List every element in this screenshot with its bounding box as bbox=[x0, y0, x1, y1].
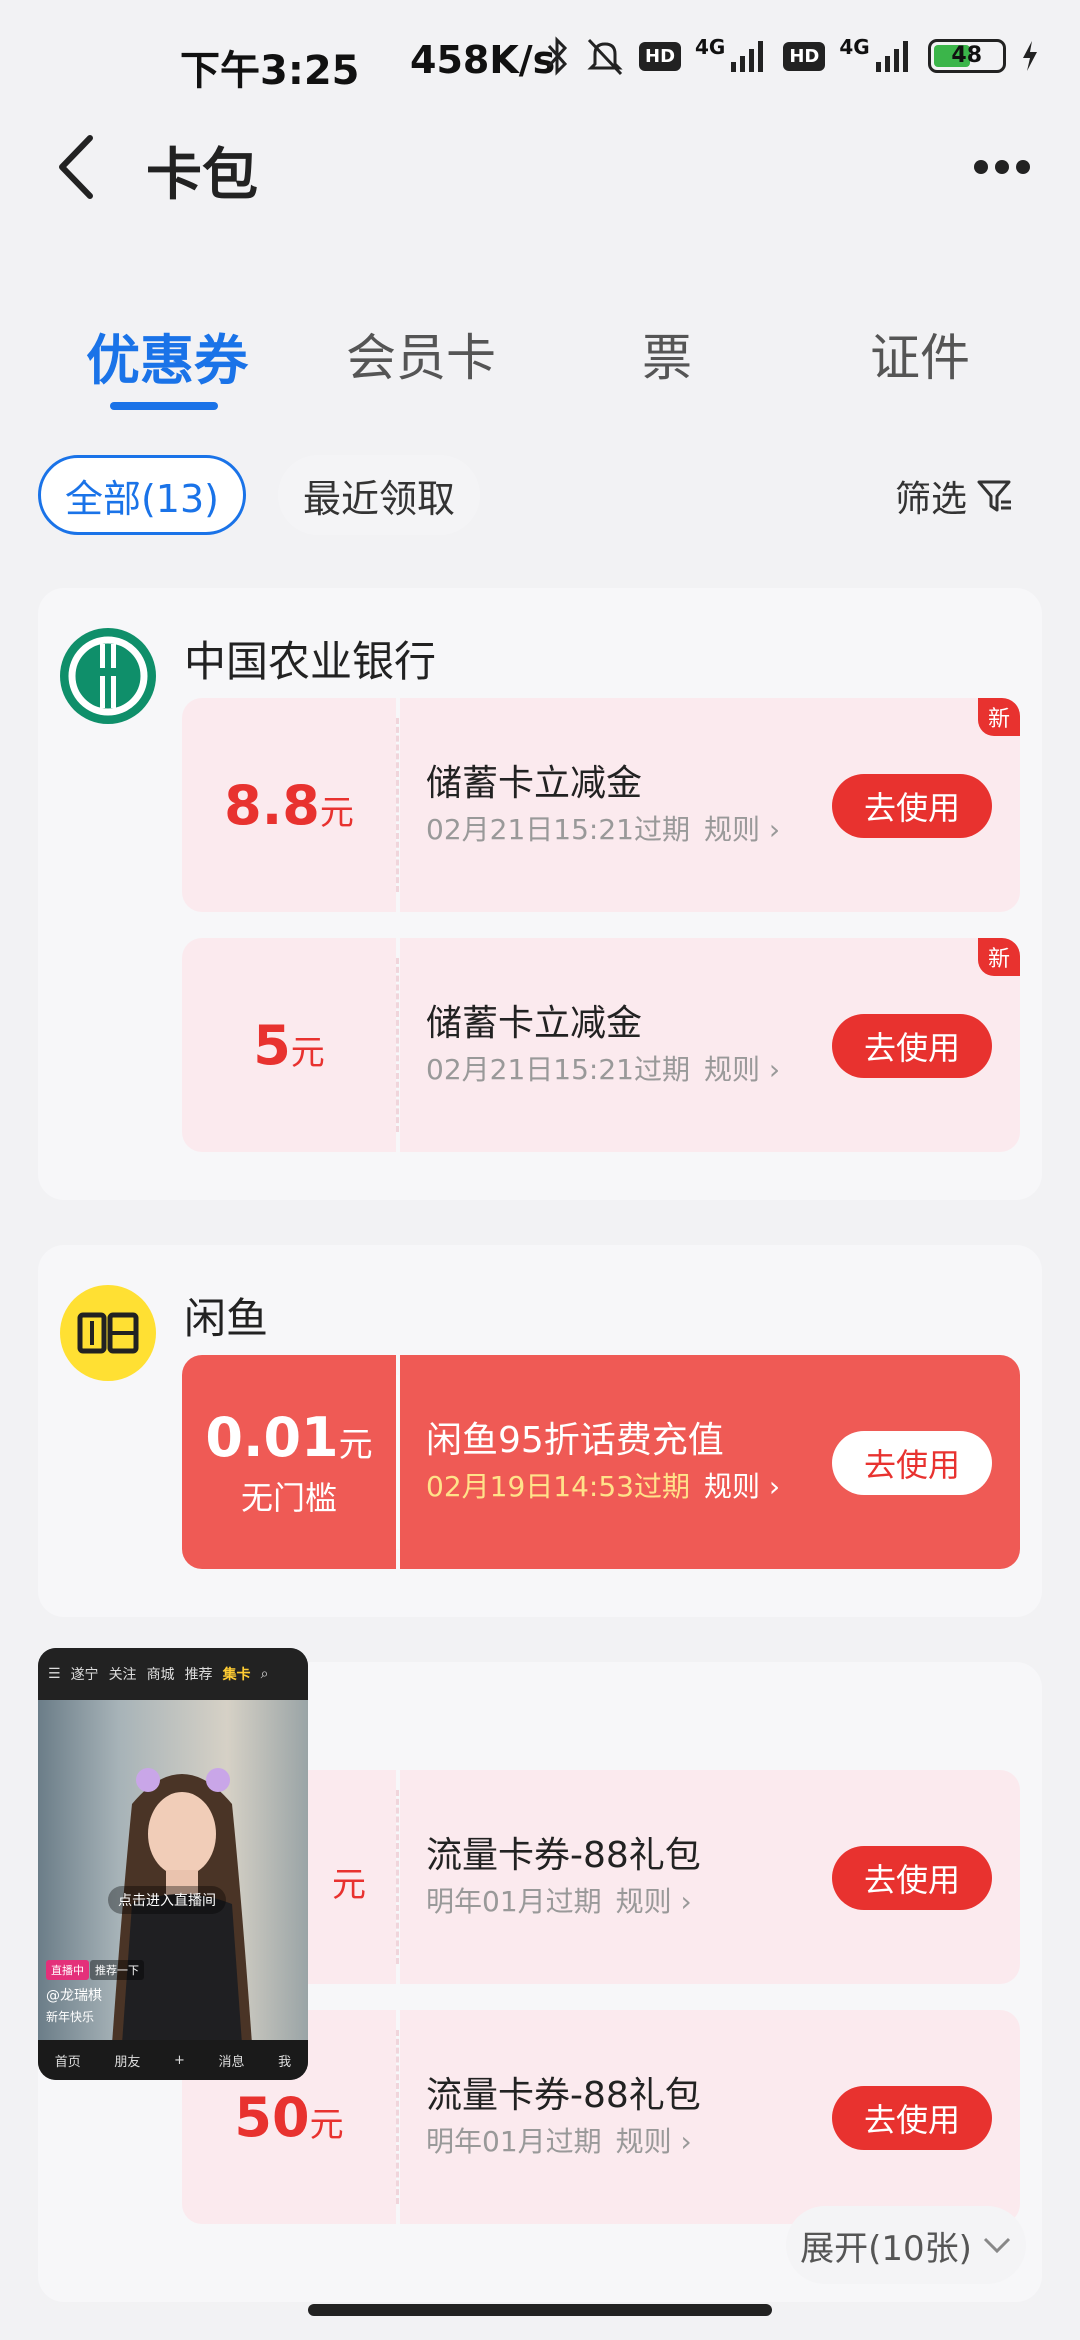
tab-tickets[interactable]: 票 bbox=[642, 318, 692, 390]
coupon-expiry: 明年01月过期 规则 › bbox=[426, 1885, 692, 1918]
new-badge: 新 bbox=[978, 938, 1020, 976]
coupon-info: 闲鱼95折话费充值 02月19日14:53过期 规则 › 去使用 bbox=[400, 1355, 1020, 1569]
stream-greeting: 新年快乐 bbox=[46, 2010, 95, 2024]
coupon-amount-area: 5元 bbox=[182, 938, 396, 1152]
coupon-amount: 5元 bbox=[253, 1013, 325, 1077]
tab-documents[interactable]: 证件 bbox=[870, 318, 970, 390]
pip-tab: 遂宁 bbox=[70, 1667, 99, 1683]
streamer-name: @龙瑞棋 bbox=[46, 1988, 102, 2004]
filter-label: 筛选 bbox=[895, 479, 968, 520]
expand-button[interactable]: 展开(10张) bbox=[786, 2206, 1026, 2284]
tab-coupons[interactable]: 优惠券 bbox=[86, 316, 248, 395]
use-coupon-button[interactable]: 去使用 bbox=[832, 2086, 992, 2150]
active-tab-indicator bbox=[110, 402, 218, 410]
coupon-amount: 8.8元 bbox=[224, 773, 354, 837]
network-speed: 458K/s bbox=[410, 38, 556, 82]
hd-badge-2: HD bbox=[783, 41, 826, 71]
expand-label: 展开(10张) bbox=[800, 2228, 972, 2269]
coupon-info: 流量卡券-88礼包 明年01月过期 规则 › 去使用 bbox=[400, 2010, 1020, 2224]
pip-bottom-nav: 首页 朋友 + 消息 我 bbox=[38, 2040, 308, 2080]
coupon-expiry: 明年01月过期 规则 › bbox=[426, 2125, 692, 2158]
tab-member-cards[interactable]: 会员卡 bbox=[346, 318, 496, 390]
new-badge: 新 bbox=[978, 698, 1020, 736]
brand-name: 闲鱼 bbox=[184, 1294, 269, 1343]
pip-nav-add: + bbox=[174, 2052, 185, 2068]
status-bar: 下午3:25 458K/s HD 4G HD 4G 48 bbox=[0, 0, 1080, 120]
use-coupon-button[interactable]: 去使用 bbox=[832, 774, 992, 838]
xianyu-logo bbox=[60, 1285, 156, 1381]
battery-level: 48 bbox=[951, 43, 983, 68]
pip-nav-friends: 朋友 bbox=[114, 2054, 141, 2070]
chevron-down-icon bbox=[983, 2237, 1010, 2254]
signal-icon bbox=[731, 41, 764, 72]
status-time: 下午3:25 bbox=[180, 48, 360, 94]
coupon-title: 储蓄卡立减金 bbox=[426, 1003, 643, 1044]
use-coupon-button[interactable]: 去使用 bbox=[832, 1014, 992, 1078]
coupon-expiry: 02月21日15:21过期 规则 › bbox=[426, 813, 781, 846]
coupon-amount-area: 0.01元 无门槛 bbox=[182, 1355, 396, 1569]
filter-button[interactable]: 筛选 bbox=[895, 470, 1015, 522]
coupon-card[interactable]: 5元 储蓄卡立减金 02月21日15:21过期 规则 › 去使用 新 bbox=[182, 938, 1020, 1152]
coupon-threshold: 无门槛 bbox=[240, 1478, 337, 1517]
video-frame: 点击进入直播间 直播中 推荐一下 @龙瑞棋 新年快乐 bbox=[38, 1700, 308, 2044]
rule-link[interactable]: 规则 › bbox=[616, 1885, 692, 1918]
coupon-expiry: 02月19日14:53过期 规则 › bbox=[426, 1470, 781, 1503]
home-indicator bbox=[308, 2304, 772, 2316]
rule-link[interactable]: 规则 › bbox=[704, 813, 780, 846]
hd-badge: HD bbox=[639, 41, 682, 71]
coupon-amount-area: 8.8元 bbox=[182, 698, 396, 912]
pip-tab: 商城 bbox=[146, 1667, 175, 1683]
abc-bank-logo bbox=[60, 628, 156, 724]
network-type-2: 4G bbox=[839, 35, 870, 59]
funnel-icon bbox=[977, 480, 1012, 512]
search-icon: ⌕ bbox=[260, 1666, 269, 1682]
coupon-card[interactable]: 8.8元 储蓄卡立减金 02月21日15:21过期 规则 › 去使用 新 bbox=[182, 698, 1020, 912]
coupon-amount: 0.01元 bbox=[205, 1405, 373, 1469]
pip-nav-me: 我 bbox=[278, 2054, 292, 2070]
rule-link[interactable]: 规则 › bbox=[704, 1470, 780, 1503]
coupon-title: 流量卡券-88礼包 bbox=[426, 2075, 701, 2116]
coupon-info: 流量卡券-88礼包 明年01月过期 规则 › 去使用 bbox=[400, 1770, 1020, 1984]
pip-tab: 关注 bbox=[108, 1667, 137, 1683]
rule-link[interactable]: 规则 › bbox=[704, 1053, 780, 1086]
enter-live-hint: 点击进入直播间 bbox=[108, 1886, 226, 1914]
coupon-title: 储蓄卡立减金 bbox=[426, 763, 643, 804]
coupon-title: 闲鱼95折话费充值 bbox=[426, 1420, 724, 1461]
signal-icon-2 bbox=[875, 41, 908, 72]
filter-chip-all[interactable]: 全部(13) bbox=[38, 455, 246, 535]
coupon-group-xianyu: 闲鱼 0.01元 无门槛 闲鱼95折话费充值 02月19日14:53过期 规则 ›… bbox=[38, 1245, 1042, 1617]
use-coupon-button[interactable]: 去使用 bbox=[832, 1431, 992, 1495]
coupon-info: 储蓄卡立减金 02月21日15:21过期 规则 › 去使用 新 bbox=[400, 698, 1020, 912]
back-arrow-icon[interactable] bbox=[52, 132, 102, 202]
coupon-group-abc: 中国农业银行 8.8元 储蓄卡立减金 02月21日15:21过期 规则 › 去使用… bbox=[38, 588, 1042, 1200]
coupon-amount: 50元 bbox=[234, 2085, 344, 2149]
pip-nav-messages: 消息 bbox=[218, 2054, 245, 2070]
pip-tab: 集卡 bbox=[222, 1667, 251, 1683]
coupon-card[interactable]: 0.01元 无门槛 闲鱼95折话费充值 02月19日14:53过期 规则 › 去使… bbox=[182, 1355, 1020, 1569]
menu-icon: ☰ bbox=[48, 1666, 61, 1682]
mute-bell-icon bbox=[587, 38, 623, 76]
recommend-tag: 推荐一下 bbox=[90, 1960, 144, 1980]
brand-name: 中国农业银行 bbox=[184, 637, 437, 686]
coupon-info: 储蓄卡立减金 02月21日15:21过期 规则 › 去使用 新 bbox=[400, 938, 1020, 1152]
filter-chip-recent[interactable]: 最近领取 bbox=[278, 455, 480, 535]
battery-icon: 48 bbox=[927, 39, 1006, 73]
bluetooth-icon bbox=[547, 36, 568, 76]
coupon-title: 流量卡券-88礼包 bbox=[426, 1835, 701, 1876]
live-tag: 直播中 bbox=[46, 1960, 89, 1980]
pip-top-bar: ☰ 遂宁 关注 商城 推荐 集卡 ⌕ bbox=[38, 1648, 308, 1700]
rule-link[interactable]: 规则 › bbox=[616, 2125, 692, 2158]
network-type: 4G bbox=[695, 35, 726, 59]
pip-nav-home: 首页 bbox=[54, 2054, 81, 2070]
use-coupon-button[interactable]: 去使用 bbox=[832, 1846, 992, 1910]
more-icon[interactable] bbox=[974, 160, 1030, 174]
tab-bar: 优惠券 会员卡 票 证件 bbox=[0, 310, 1080, 420]
coupon-expiry: 02月21日15:21过期 规则 › bbox=[426, 1053, 781, 1086]
charging-icon bbox=[1022, 41, 1037, 71]
pip-tab: 推荐 bbox=[184, 1667, 213, 1683]
status-icons: HD 4G HD 4G 48 bbox=[545, 35, 1040, 76]
page-title: 卡包 bbox=[146, 143, 258, 208]
floating-video-window[interactable]: ☰ 遂宁 关注 商城 推荐 集卡 ⌕ 点击进入直播间 直播中 推荐一下 @龙瑞棋… bbox=[38, 1648, 308, 2080]
